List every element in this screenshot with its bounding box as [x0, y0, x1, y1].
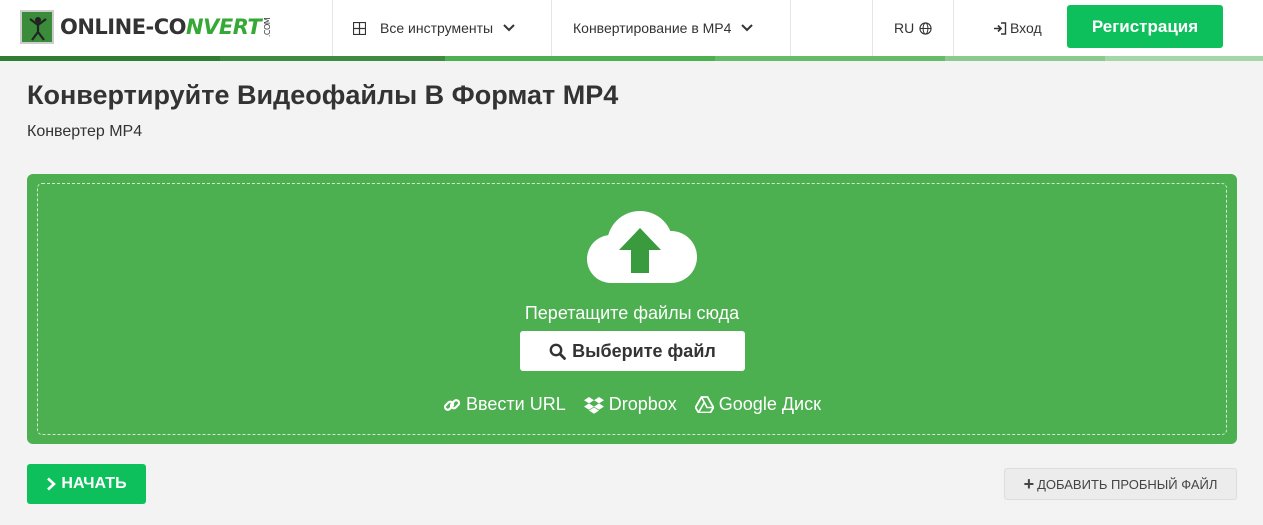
login-label: Вход [1010, 20, 1042, 36]
register-button[interactable]: Регистрация [1067, 5, 1223, 48]
dropzone-border: Перетащите файлы сюда Выберите файл Ввес… [37, 183, 1227, 435]
cloud-upload-icon [587, 211, 697, 283]
link-icon [443, 398, 461, 411]
nav-all-tools-label: Все инструменты [380, 20, 494, 36]
page-title: Конвертируйте Видеофайлы В Формат MP4 [27, 80, 619, 110]
header: ONLINE-CONVERT .COM Все инструменты Конве… [0, 0, 1263, 56]
start-button[interactable]: НАЧАТЬ [27, 464, 146, 504]
logo-text: ONLINE-CONVERT .COM [60, 15, 278, 39]
google-drive-icon [694, 396, 714, 413]
chevron-down-icon [741, 24, 754, 32]
plus-icon: + [1023, 474, 1035, 494]
nav-all-tools[interactable]: Все инструменты [353, 0, 515, 56]
nav-convert-mp4-label: Конвертирование в MP4 [573, 20, 732, 36]
drop-files-text: Перетащите файлы сюда [524, 303, 740, 323]
progress-segment [1105, 56, 1263, 61]
nav-divider [332, 0, 333, 56]
progress-segment [945, 56, 1105, 61]
progress-segment [715, 56, 945, 61]
dropbox-icon [583, 396, 604, 414]
nav-divider [953, 0, 954, 56]
search-icon [549, 343, 567, 360]
choose-file-label: Выберите файл [572, 340, 716, 361]
globe-icon [919, 21, 932, 35]
dropbox-label: Dropbox [608, 394, 677, 414]
page-subtitle: Конвертер MP4 [27, 123, 143, 140]
language-label: RU [894, 20, 915, 36]
upload-sources: Ввести URL Dropbox Google Диск [38, 394, 1226, 415]
add-sample-file-label: ДОБАВИТЬ ПРОБНЫЙ ФАЙЛ [1037, 476, 1218, 492]
enter-url-link[interactable]: Ввести URL [443, 394, 566, 415]
nav-divider [872, 0, 873, 56]
start-label: НАЧАТЬ [61, 475, 127, 492]
sign-in-icon [994, 21, 1007, 35]
logo-text-part2: NVERT [186, 15, 262, 39]
progress-bar [0, 56, 1263, 61]
chevron-right-icon [47, 477, 57, 491]
progress-segment [220, 56, 445, 61]
enter-url-label: Ввести URL [466, 394, 566, 414]
logo-icon [20, 10, 54, 44]
nav-divider [790, 0, 791, 56]
chevron-down-icon [503, 24, 515, 32]
grid-icon [353, 21, 366, 35]
upload-dropzone[interactable]: Перетащите файлы сюда Выберите файл Ввес… [27, 174, 1237, 444]
google-drive-link[interactable]: Google Диск [694, 394, 821, 415]
logo-text-part1: ONLINE-CO [60, 15, 187, 39]
dropbox-link[interactable]: Dropbox [583, 394, 677, 415]
nav-divider [551, 0, 552, 56]
progress-segment [445, 56, 715, 61]
language-selector[interactable]: RU [894, 0, 932, 56]
google-drive-label: Google Диск [718, 394, 821, 414]
logo-tld: .COM [263, 17, 273, 38]
nav-convert-mp4[interactable]: Конвертирование в MP4 [573, 0, 754, 56]
choose-file-button[interactable]: Выберите файл [520, 331, 745, 371]
logo[interactable]: ONLINE-CONVERT .COM [20, 10, 278, 44]
login-link[interactable]: Вход [993, 0, 1042, 56]
progress-segment [0, 56, 220, 61]
add-sample-file-button[interactable]: + ДОБАВИТЬ ПРОБНЫЙ ФАЙЛ [1004, 468, 1237, 500]
